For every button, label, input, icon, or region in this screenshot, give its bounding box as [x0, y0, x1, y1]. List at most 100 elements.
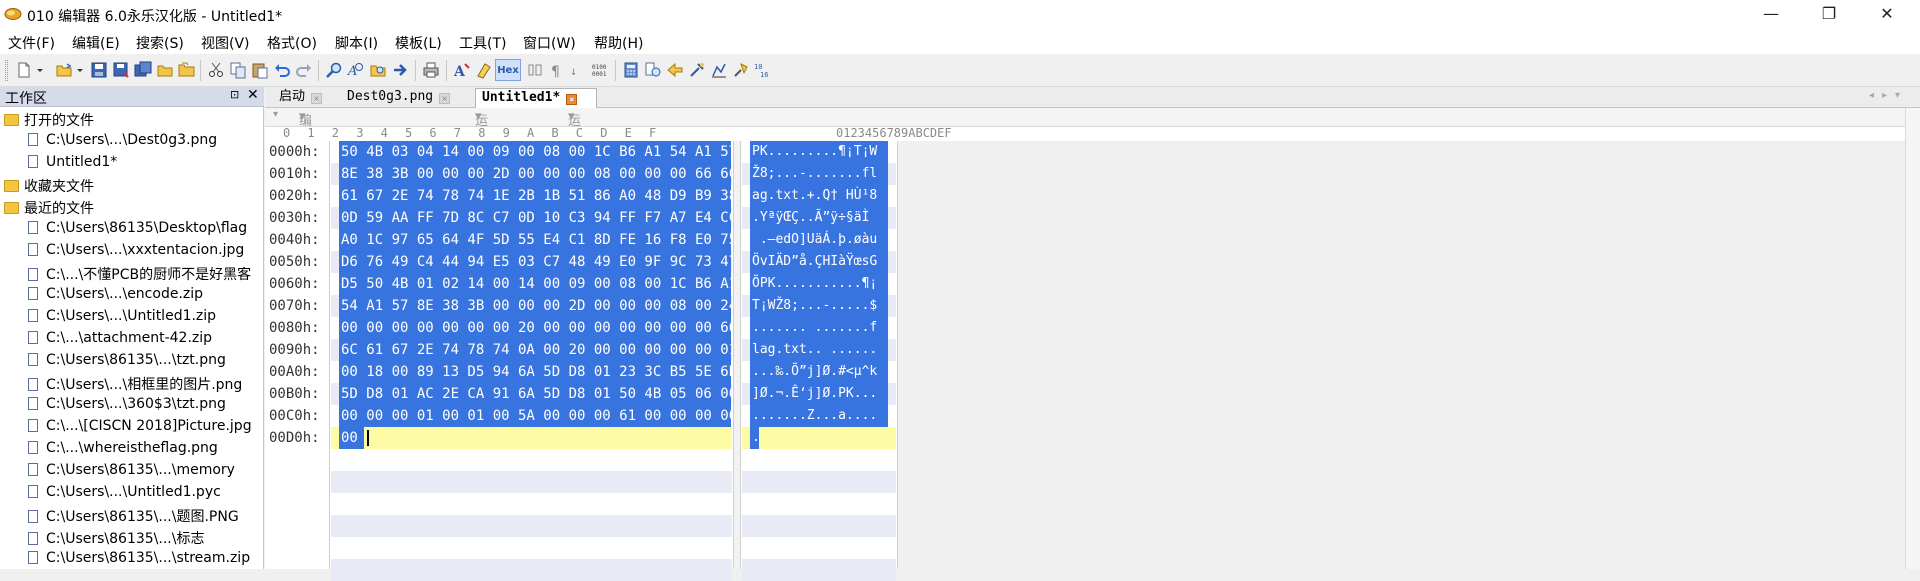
tree-item-file[interactable]: C:\Users\...\相框里的图片.png [28, 374, 242, 396]
ascii-row[interactable]: .—edO]UäÁ.þ.øàu [742, 229, 896, 251]
ascii-row[interactable]: .......Z...a.... [742, 405, 896, 427]
hex-row[interactable] [331, 559, 732, 581]
tab-close-icon[interactable]: × [439, 93, 451, 104]
redo-icon[interactable] [293, 59, 315, 81]
compare-icon[interactable] [642, 59, 664, 81]
ascii-row[interactable]: ]Ø.¬.Ê‘j]Ø.PK... [742, 383, 896, 405]
ascii-row[interactable] [742, 449, 896, 471]
highlight-icon[interactable] [473, 59, 495, 81]
hex-row[interactable]: D5 50 4B 01 02 14 00 14 00 09 00 08 00 1… [331, 273, 737, 295]
hex-column[interactable]: 50 4B 03 04 14 00 09 00 08 00 1C B6 A1 5… [331, 141, 737, 581]
tree-item-file[interactable]: Untitled1* [28, 154, 117, 176]
tree-item-file[interactable]: C:\Users\...\360$3\tzt.png [28, 396, 226, 418]
hex-row[interactable]: 0D 59 AA FF 7D 8C C7 0D 10 C3 94 FF F7 A… [331, 207, 737, 229]
open-dropdown-icon[interactable] [74, 59, 86, 81]
ascii-row[interactable]: . [742, 427, 896, 449]
goto-icon[interactable] [389, 59, 411, 81]
tree-item-file[interactable]: C:\...\[CISCN 2018]Picture.jpg [28, 418, 252, 440]
maximize-button[interactable]: ❐ [1806, 0, 1852, 30]
edit-as-dropdown[interactable]: 编辑为: 十六进制(H) ▾ [299, 109, 319, 258]
base-converter-icon[interactable]: 10 16 [752, 59, 774, 81]
hex-row[interactable]: 00 00 00 00 00 00 00 20 00 00 00 00 00 0… [331, 317, 737, 339]
ascii-row[interactable] [742, 559, 896, 581]
new-dropdown-icon[interactable] [34, 59, 46, 81]
new-file-icon[interactable] [13, 59, 35, 81]
tree-section-recent[interactable]: 最近的文件 [4, 198, 94, 220]
hex-row[interactable] [331, 493, 732, 515]
ascii-row[interactable]: lag.txt.. ...... [742, 339, 896, 361]
conversion-icon[interactable] [730, 59, 752, 81]
tree-item-file[interactable]: C:\...\whereistheflag.png [28, 440, 218, 462]
ascii-row[interactable]: PK.........¶¡T¡W [742, 141, 896, 163]
ascii-row[interactable] [742, 493, 896, 515]
find-in-files-icon[interactable] [367, 59, 389, 81]
ascii-row[interactable]: Ž8;...-.......fl [742, 163, 896, 185]
tree-item-file[interactable]: C:\...\不懂PCB的厨师不是好黑客 [28, 264, 251, 286]
run-template-dropdown[interactable]: 运行模板 ▾ [568, 109, 581, 186]
collapse-icon[interactable]: ▾ [273, 109, 278, 120]
find-replace-icon[interactable]: A [345, 59, 367, 81]
close-window-button[interactable]: ✕ [1864, 0, 1910, 30]
hex-row[interactable]: 54 A1 57 8E 38 3B 00 00 00 2D 00 00 00 0… [331, 295, 737, 317]
hex-row[interactable]: 00 00 00 01 00 01 00 5A 00 00 00 61 00 0… [331, 405, 737, 427]
columns-icon[interactable] [524, 59, 546, 81]
calculator-icon[interactable] [620, 59, 642, 81]
tab-dest0g3[interactable]: Dest0g3.png × [341, 88, 473, 108]
ascii-row[interactable]: ....... .......f [742, 317, 896, 339]
menu-format[interactable]: 格式(O) [267, 33, 317, 53]
hex-row[interactable] [331, 471, 732, 493]
menu-window[interactable]: 窗口(W) [523, 33, 576, 53]
minimize-button[interactable]: — [1748, 0, 1794, 30]
undo-icon[interactable] [271, 59, 293, 81]
ascii-row[interactable]: ...‰.Õ”j]Ø.#<µ^k [742, 361, 896, 383]
hex-row[interactable]: 50 4B 03 04 14 00 09 00 08 00 1C B6 A1 5… [331, 141, 737, 163]
run-script-dropdown[interactable]: 运行脚本 ▾ [475, 109, 488, 186]
tree-item-file[interactable]: C:\Users\86135\...\题图.PNG [28, 506, 239, 528]
tree-item-file[interactable]: C:\Users\86135\...\标志 [28, 528, 204, 550]
open-file-icon[interactable] [53, 59, 75, 81]
menu-template[interactable]: 模板(L) [395, 33, 442, 53]
menu-file[interactable]: 文件(F) [8, 33, 55, 53]
ascii-row[interactable]: ÕPK...........¶¡ [742, 273, 896, 295]
tab-scroll-arrows[interactable]: ◂▸▾ [1869, 90, 1908, 101]
save-as-icon[interactable] [110, 59, 132, 81]
hex-mode-icon[interactable]: Hex [495, 59, 521, 81]
tab-start[interactable]: 启动 × [273, 88, 339, 108]
cut-icon[interactable] [205, 59, 227, 81]
tree-item-file[interactable]: C:\Users\...\encode.zip [28, 286, 203, 308]
tree-section-favorites[interactable]: 收藏夹文件 [4, 176, 94, 198]
checksum-icon[interactable] [664, 59, 686, 81]
pilcrow-icon[interactable]: ¶ [546, 59, 568, 81]
hex-row[interactable]: 8E 38 3B 00 00 00 2D 00 00 00 08 00 00 0… [331, 163, 737, 185]
tools-icon[interactable] [686, 59, 708, 81]
tree-item-file[interactable]: C:\Users\...\Untitled1.pyc [28, 484, 221, 506]
tree-item-file[interactable]: C:\Users\...\Dest0g3.png [28, 132, 217, 154]
ascii-row[interactable] [742, 471, 896, 493]
menu-edit[interactable]: 编辑(E) [72, 33, 120, 53]
ascii-row[interactable]: .YªÿŒÇ..Ã”ÿ÷§äÌ [742, 207, 896, 229]
menu-tools[interactable]: 工具(T) [459, 33, 506, 53]
copy-icon[interactable] [227, 59, 249, 81]
print-icon[interactable] [420, 59, 442, 81]
hex-row[interactable] [331, 449, 732, 471]
tree-item-file[interactable]: C:\Users\...\Untitled1.zip [28, 308, 216, 330]
hex-row[interactable]: 6C 61 67 2E 74 78 74 0A 00 20 00 00 00 0… [331, 339, 737, 361]
hex-row[interactable] [331, 537, 732, 559]
menu-script[interactable]: 脚本(I) [335, 33, 378, 53]
hex-row[interactable]: A0 1C 97 65 64 4F 5D 55 E4 C1 8D FE 16 F… [331, 229, 737, 251]
menu-search[interactable]: 搜索(S) [136, 33, 184, 53]
tab-close-icon[interactable]: × [566, 94, 578, 105]
ascii-row[interactable]: ag.txt.+.Q† HÙ¹8 [742, 185, 896, 207]
tree-item-file[interactable]: C:\Users\...\xxxtentacion.jpg [28, 242, 244, 264]
hex-row[interactable] [331, 515, 732, 537]
ascii-column[interactable]: PK.........¶¡T¡W Ž8;...-.......fl ag.txt.+… [742, 141, 896, 581]
tree-item-file[interactable]: C:\Users\86135\Desktop\flag [28, 220, 247, 242]
hex-row[interactable]: 00 18 00 89 13 D5 94 6A 5D D8 01 23 3C B… [331, 361, 737, 383]
word-wrap-icon[interactable]: 0100 0001 [590, 59, 612, 81]
tab-close-icon[interactable]: × [311, 93, 323, 104]
save-all-icon[interactable] [132, 59, 154, 81]
binary-icon[interactable]: ↓ [568, 59, 590, 81]
hex-row[interactable]: 00 [331, 427, 732, 449]
pin-icon[interactable]: ⊡ [230, 88, 239, 101]
tree-section-open-files[interactable]: 打开的文件 [4, 110, 94, 132]
